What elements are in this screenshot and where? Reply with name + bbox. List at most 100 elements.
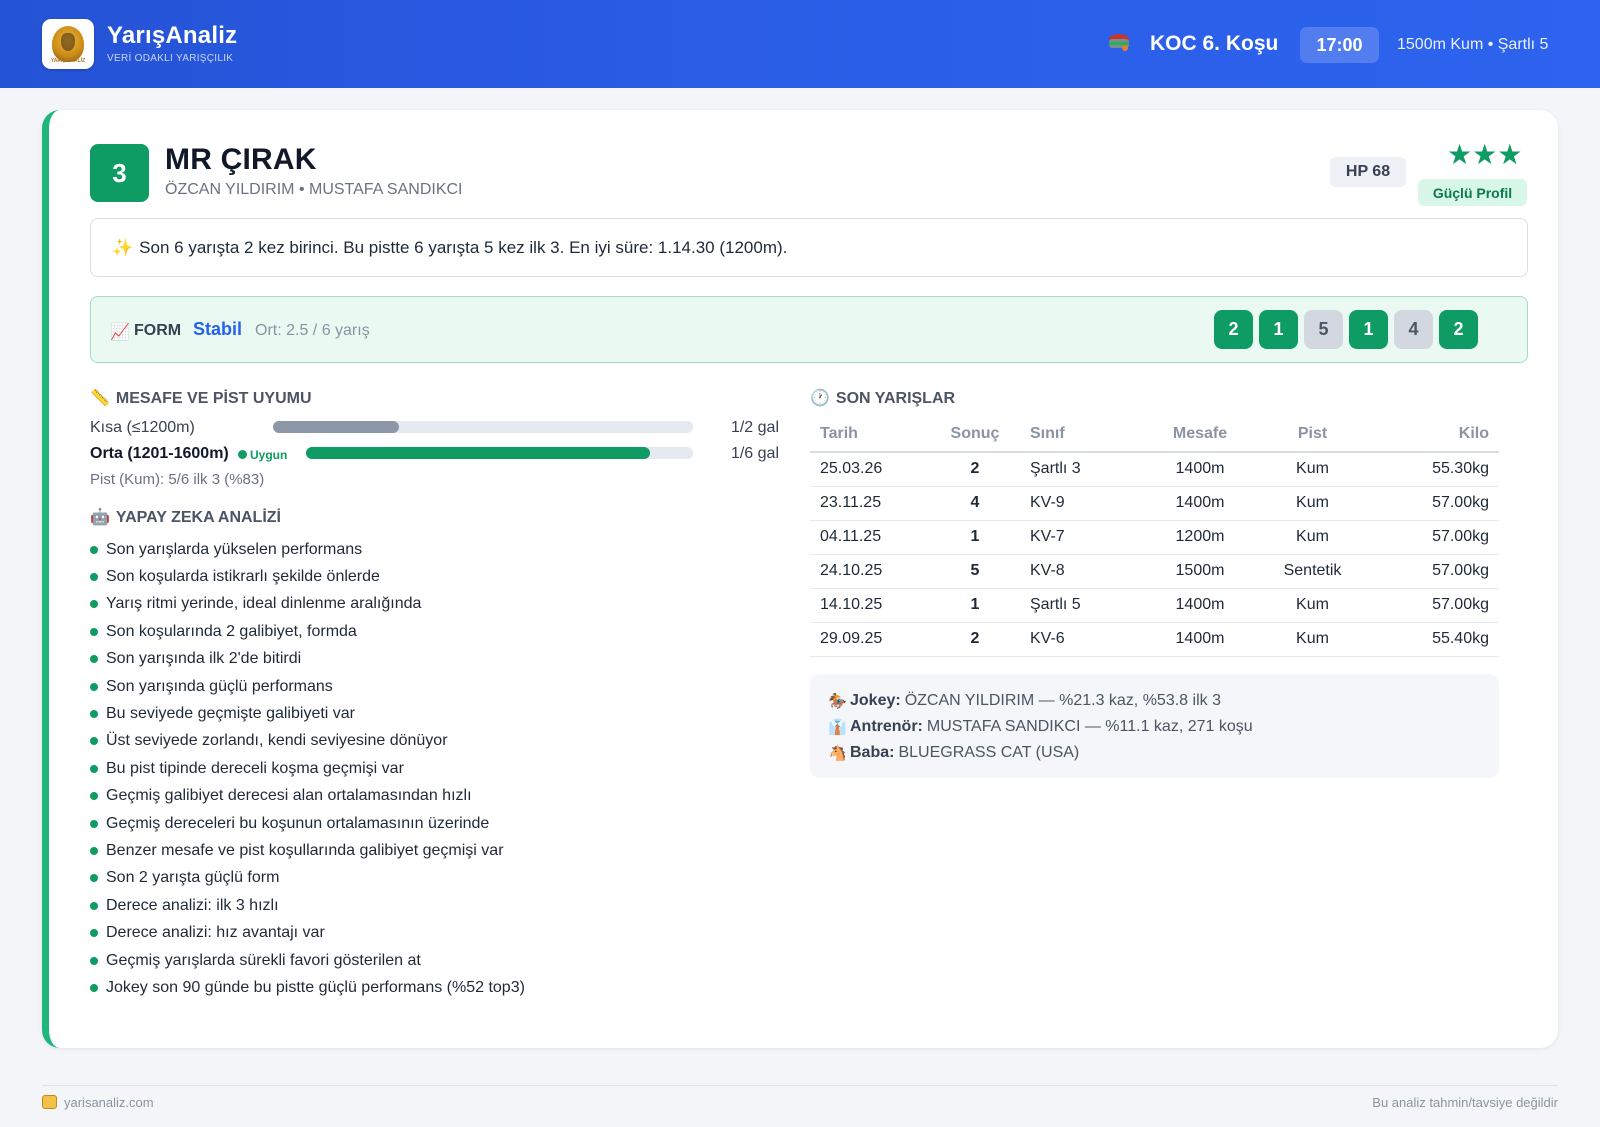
col-date[interactable]: Tarih: [810, 417, 930, 453]
brand-name[interactable]: YarışAnaliz: [107, 22, 237, 50]
cell-weight: 55.40kg: [1370, 622, 1499, 657]
ai-insight-text: Yarış ritmi yerinde, ideal dinlenme aral…: [106, 595, 422, 613]
bullet-dot-icon: [90, 545, 98, 554]
ai-insight-item: Jokey son 90 günde bu pistte güçlü perfo…: [90, 974, 525, 1001]
col-class[interactable]: Sınıf: [1020, 417, 1145, 453]
bullet-dot-icon: [90, 573, 98, 582]
ai-insight-item: Derece analizi: ilk 3 hızlı: [90, 892, 525, 919]
cell-weight: 55.30kg: [1370, 452, 1499, 487]
clock-icon: 🕐: [810, 390, 830, 407]
ai-insights-list: Son yarışlarda yükselen performans Son ko…: [90, 536, 525, 1002]
form-average: Ort: 2.5 / 6 yarış: [255, 322, 370, 339]
ai-insight-item: Son koşularında 2 galibiyet, formda: [90, 618, 525, 645]
ai-insight-text: Geçmiş dereceleri bu koşunun ortalamasın…: [106, 814, 490, 832]
suitable-tag: Uygun: [238, 448, 287, 462]
ai-insight-item: Bu seviyede geçmişte galibiyeti var: [90, 700, 525, 727]
star-rating-icon: ★★★: [1447, 139, 1523, 170]
cell-distance: 1400m: [1145, 622, 1255, 657]
table-row[interactable]: 14.10.25 1 Şartlı 5 1400m Kum 57.00kg: [810, 588, 1499, 623]
form-result-chip: 2: [1214, 310, 1253, 349]
cell-date: 23.11.25: [810, 486, 930, 521]
logo-text: YARIŞ ANALİZ: [50, 58, 86, 64]
ai-insight-text: Derece analizi: hız avantajı var: [106, 924, 325, 942]
cell-result: 1: [930, 588, 1020, 623]
track-record: Pist (Kum): 5/6 ilk 3 (%83): [90, 471, 265, 488]
distance-mid-fill: [306, 447, 651, 459]
cell-track: Kum: [1255, 486, 1370, 521]
cell-track: Kum: [1255, 520, 1370, 555]
distance-short-fill: [273, 421, 399, 433]
cell-weight: 57.00kg: [1370, 588, 1499, 623]
top-header: YARIŞ ANALİZ YarışAnaliz VERİ ODAKLI YAR…: [0, 0, 1600, 88]
cell-date: 25.03.26: [810, 452, 930, 487]
col-weight[interactable]: Kilo: [1370, 417, 1499, 453]
col-distance[interactable]: Mesafe: [1145, 417, 1255, 453]
recent-races-table: Tarih Sonuç Sınıf Mesafe Pist Kilo 25.03…: [810, 417, 1499, 657]
ai-insight-text: Son koşularında 2 galibiyet, formda: [106, 622, 357, 640]
ai-insight-item: Bu pist tipinde dereceli koşma geçmişi v…: [90, 755, 525, 782]
cell-class: KV-6: [1020, 622, 1145, 657]
bullet-dot-icon: [90, 792, 98, 801]
ai-section-title: 🤖 YAPAY ZEKA ANALİZİ: [90, 509, 281, 526]
table-header-row: Tarih Sonuç Sınıf Mesafe Pist Kilo: [810, 417, 1499, 453]
bullet-dot-icon: [90, 983, 98, 992]
handicap-points-badge: HP 68: [1330, 157, 1406, 187]
ai-insight-item: Geçmiş dereceleri bu koşunun ortalamasın…: [90, 810, 525, 837]
table-row[interactable]: 25.03.26 2 Şartlı 3 1400m Kum 55.30kg: [810, 452, 1499, 487]
trainer-value: MUSTAFA SANDIKCI — %11.1 kaz, 271 koşu: [926, 718, 1253, 735]
form-result-chip: 4: [1394, 310, 1433, 349]
cell-class: KV-7: [1020, 520, 1145, 555]
cell-result: 1: [930, 520, 1020, 555]
ai-insight-text: Jokey son 90 günde bu pistte güçlü perfo…: [106, 978, 525, 996]
ai-insight-text: Geçmiş yarışlarda sürekli favori gösteri…: [106, 951, 421, 969]
form-state: Stabil: [193, 319, 243, 339]
cell-date: 29.09.25: [810, 622, 930, 657]
ai-insight-item: Son 2 yarışta güçlü form: [90, 865, 525, 892]
bullet-dot-icon: [90, 846, 98, 855]
horse-card: 3 MR ÇIRAK ÖZCAN YILDIRIM • MUSTAFA SAND…: [42, 110, 1558, 1048]
cell-distance: 1200m: [1145, 520, 1255, 555]
jockey-trainer-line: ÖZCAN YILDIRIM • MUSTAFA SANDIKCI: [165, 181, 463, 198]
sparkle-icon: ✨: [112, 237, 134, 257]
race-conditions: 1500m Kum • Şartlı 5: [1397, 36, 1549, 53]
race-time-badge: 17:00: [1300, 27, 1379, 63]
cell-weight: 57.00kg: [1370, 486, 1499, 521]
jockey-icon: 🏇: [828, 693, 847, 710]
horse-number-badge: 3: [90, 144, 149, 202]
profile-badge: Güçlü Profil: [1418, 179, 1527, 206]
footer-site-link[interactable]: yarisanaliz.com: [64, 1095, 154, 1110]
form-panel: 📈 FORM Stabil Ort: 2.5 / 6 yarış 2 1 5 1…: [90, 296, 1528, 363]
bullet-dot-icon: [90, 956, 98, 965]
ai-insight-item: Son yarışında güçlü performans: [90, 673, 525, 700]
bullet-dot-icon: [90, 764, 98, 773]
col-result[interactable]: Sonuç: [930, 417, 1020, 453]
bullet-dot-icon: [90, 627, 98, 636]
cell-date: 04.11.25: [810, 520, 930, 555]
distance-short-label: Kısa (≤1200m): [90, 419, 195, 436]
ai-insight-text: Son koşularda istikrarlı şekilde önlerde: [106, 568, 380, 586]
ai-insight-text: Benzer mesafe ve pist koşullarında galib…: [106, 841, 504, 859]
brand-tagline: VERİ ODAKLI YARIŞÇILIK: [107, 53, 234, 64]
ai-insight-item: Geçmiş galibiyet derecesi alan ortalamas…: [90, 783, 525, 810]
bullet-dot-icon: [90, 901, 98, 910]
table-row[interactable]: 24.10.25 5 KV-8 1500m Sentetik 57.00kg: [810, 554, 1499, 589]
trainer-icon: 👔: [828, 719, 847, 736]
bullet-dot-icon: [90, 737, 98, 746]
table-row[interactable]: 23.11.25 4 KV-9 1400m Kum 57.00kg: [810, 486, 1499, 521]
table-row[interactable]: 29.09.25 2 KV-6 1400m Kum 55.40kg: [810, 622, 1499, 657]
ai-insight-text: Bu seviyede geçmişte galibiyeti var: [106, 705, 356, 723]
cell-weight: 57.00kg: [1370, 554, 1499, 589]
form-label: FORM: [134, 322, 182, 339]
col-track[interactable]: Pist: [1255, 417, 1370, 453]
bullet-dot-icon: [90, 710, 98, 719]
ai-insight-item: Son yarışlarda yükselen performans: [90, 536, 525, 563]
cell-class: KV-8: [1020, 554, 1145, 589]
robot-icon: 🤖: [90, 509, 110, 526]
form-result-chip: 1: [1259, 310, 1298, 349]
table-row[interactable]: 04.11.25 1 KV-7 1200m Kum 57.00kg: [810, 520, 1499, 555]
cell-distance: 1400m: [1145, 588, 1255, 623]
summary-box: ✨ Son 6 yarışta 2 kez birinci. Bu pistte…: [90, 218, 1528, 277]
distance-section-title: 📏 MESAFE VE PİST UYUMU: [90, 390, 312, 407]
brand-logo[interactable]: YARIŞ ANALİZ: [42, 19, 94, 69]
distance-mid-bar: [306, 447, 693, 459]
